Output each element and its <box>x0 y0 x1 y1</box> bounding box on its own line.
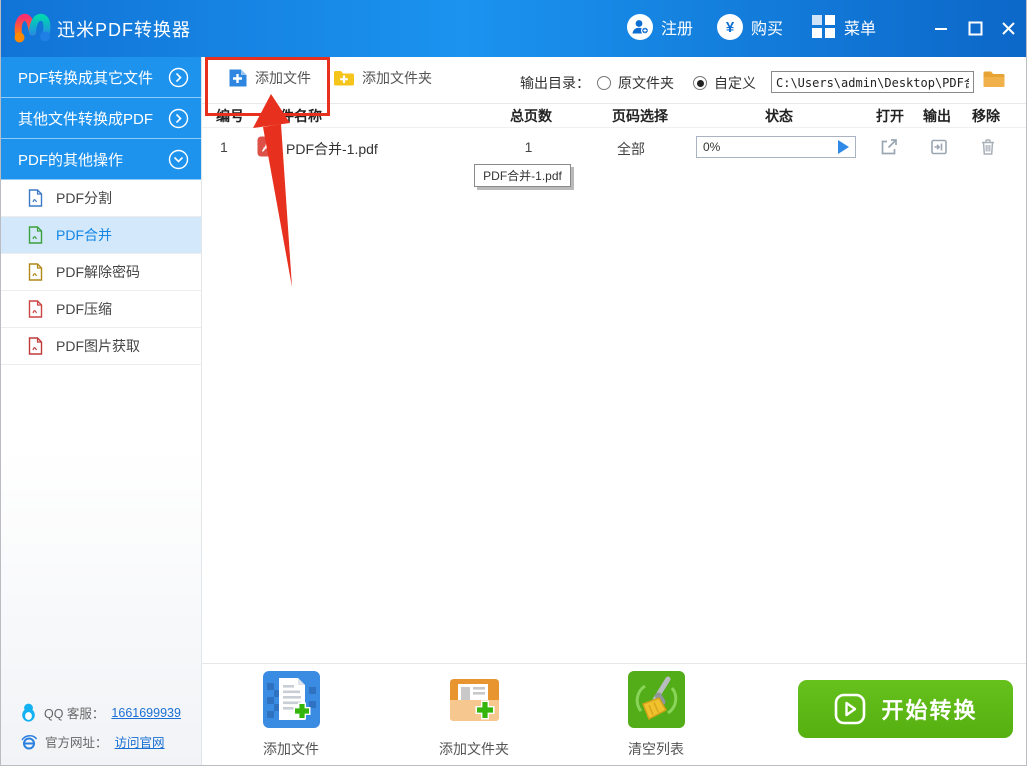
app-logo-icon <box>14 13 51 43</box>
qq-number-link[interactable]: 1661699939 <box>111 706 181 720</box>
sidebar-group-label: PDF转换成其它文件 <box>18 69 154 87</box>
chevron-down-icon <box>168 149 189 170</box>
big-add-folder-label: 添加文件夹 <box>439 741 509 757</box>
row-number: 1 <box>220 139 228 155</box>
radio-custom-label: 自定义 <box>714 75 756 91</box>
app-title: 迅米PDF转换器 <box>57 20 191 40</box>
filename-tooltip: PDF合并-1.pdf <box>474 164 571 187</box>
official-site-label: 官方网址： <box>45 736 108 750</box>
output-dir-label: 输出目录： <box>520 75 590 91</box>
buy-button[interactable]: ¥ 购买 <box>717 14 783 40</box>
col-header-open: 打开 <box>876 108 904 124</box>
add-folder-icon <box>334 71 354 86</box>
open-external-icon <box>881 139 897 155</box>
output-path-input[interactable] <box>771 71 974 93</box>
menu-label: 菜单 <box>844 20 877 38</box>
menu-button[interactable]: 菜单 <box>811 14 876 39</box>
browse-folder-button[interactable] <box>982 69 1006 94</box>
sidebar-item-label: PDF合并 <box>56 227 112 243</box>
start-convert-button[interactable]: 开始转换 <box>798 680 1013 738</box>
pdf-file-icon <box>28 189 43 207</box>
close-icon <box>1001 21 1015 35</box>
register-label: 注册 <box>661 21 694 38</box>
add-folder-label: 添加文件夹 <box>362 70 432 86</box>
sidebar-group-label: 其他文件转换成PDF <box>18 110 154 128</box>
col-header-remove: 移除 <box>972 108 1000 124</box>
radio-circle <box>597 76 611 90</box>
folder-icon <box>983 71 1005 87</box>
annotation-rectangle <box>205 57 330 116</box>
sidebar-footer: QQ 客服： 1661699939 官方网址： 访问官网 <box>1 698 201 756</box>
pdf-file-icon <box>28 263 43 281</box>
sidebar-item-label: PDF分割 <box>56 190 112 206</box>
add-folder-button[interactable]: 添加文件夹 <box>333 68 432 88</box>
big-add-file-icon[interactable] <box>263 671 320 728</box>
sidebar-item-pdf-extract-images[interactable]: PDF图片获取 <box>1 328 201 365</box>
output-folder-icon <box>931 139 947 155</box>
minimize-icon <box>935 28 947 30</box>
radio-original-folder[interactable]: 原文件夹 <box>597 73 674 93</box>
title-bar: 迅米PDF转换器 注册 ¥ 购买 菜单 <box>1 0 1026 57</box>
qq-icon <box>22 703 35 722</box>
sidebar-item-label: PDF图片获取 <box>56 338 140 354</box>
sidebar-item-pdf-split[interactable]: PDF分割 <box>1 180 201 217</box>
pdf-file-icon <box>28 337 43 355</box>
minimize-button[interactable] <box>927 14 955 42</box>
app-window: 迅米PDF转换器 注册 ¥ 购买 菜单 PDF转换成其它文件 其他文件转换成PD… <box>0 0 1027 766</box>
row-filename[interactable]: PDF合并-1.pdf <box>286 139 378 159</box>
row-pages: 1 <box>524 139 533 155</box>
ie-browser-icon <box>21 734 38 749</box>
qq-service-label: QQ 客服： <box>44 707 105 721</box>
clear-list-label: 清空列表 <box>628 741 684 757</box>
trash-icon <box>982 139 994 155</box>
progress-play-icon <box>838 140 849 154</box>
chevron-right-icon <box>168 67 189 88</box>
sidebar-item-pdf-remove-password[interactable]: PDF解除密码 <box>1 254 201 291</box>
maximize-button[interactable] <box>961 14 989 42</box>
pdf-file-icon <box>28 300 43 318</box>
buy-label: 购买 <box>751 21 784 38</box>
open-file-button[interactable] <box>879 137 899 162</box>
pdf-file-icon <box>28 226 43 244</box>
start-convert-label: 开始转换 <box>881 698 978 723</box>
yuan-icon: ¥ <box>717 14 743 40</box>
maximize-icon <box>968 21 982 35</box>
sidebar-item-label: PDF解除密码 <box>56 264 140 280</box>
clear-list-icon[interactable] <box>628 671 685 728</box>
radio-original-label: 原文件夹 <box>618 75 674 91</box>
remove-file-button[interactable] <box>978 137 998 162</box>
big-add-folder-icon[interactable] <box>446 671 503 728</box>
close-button[interactable] <box>994 14 1022 42</box>
row-page-range[interactable]: 全部 <box>603 139 659 159</box>
sidebar: PDF转换成其它文件 其他文件转换成PDF PDF的其他操作 PDF分割 PDF… <box>1 57 202 765</box>
open-output-button[interactable] <box>929 137 949 162</box>
menu-grid-icon <box>812 15 835 38</box>
play-icon <box>835 693 866 725</box>
radio-circle-checked <box>693 76 707 90</box>
official-site-link[interactable]: 访问官网 <box>115 732 165 751</box>
register-user-icon <box>627 14 653 40</box>
sidebar-group-pdf-to-other[interactable]: PDF转换成其它文件 <box>1 57 201 98</box>
col-header-output: 输出 <box>923 108 951 124</box>
sidebar-group-pdf-other-ops[interactable]: PDF的其他操作 <box>1 139 201 180</box>
chevron-right-icon <box>168 108 189 129</box>
sidebar-item-label: PDF压缩 <box>56 301 112 317</box>
table-header-divider <box>202 127 1026 128</box>
sidebar-group-label: PDF的其他操作 <box>18 151 124 169</box>
col-header-pagerange: 页码选择 <box>612 108 668 124</box>
col-header-status: 状态 <box>765 108 793 124</box>
sidebar-item-pdf-merge[interactable]: PDF合并 <box>1 217 201 254</box>
progress-bar: 0% <box>696 136 856 158</box>
progress-value: 0% <box>703 140 721 154</box>
col-header-pages: 总页数 <box>510 108 552 124</box>
register-button[interactable]: 注册 <box>627 14 693 40</box>
big-add-file-label: 添加文件 <box>263 741 319 757</box>
sidebar-group-other-to-pdf[interactable]: 其他文件转换成PDF <box>1 98 201 139</box>
radio-custom[interactable]: 自定义 <box>693 73 756 93</box>
sidebar-item-pdf-compress[interactable]: PDF压缩 <box>1 291 201 328</box>
adobe-pdf-icon <box>257 136 278 157</box>
